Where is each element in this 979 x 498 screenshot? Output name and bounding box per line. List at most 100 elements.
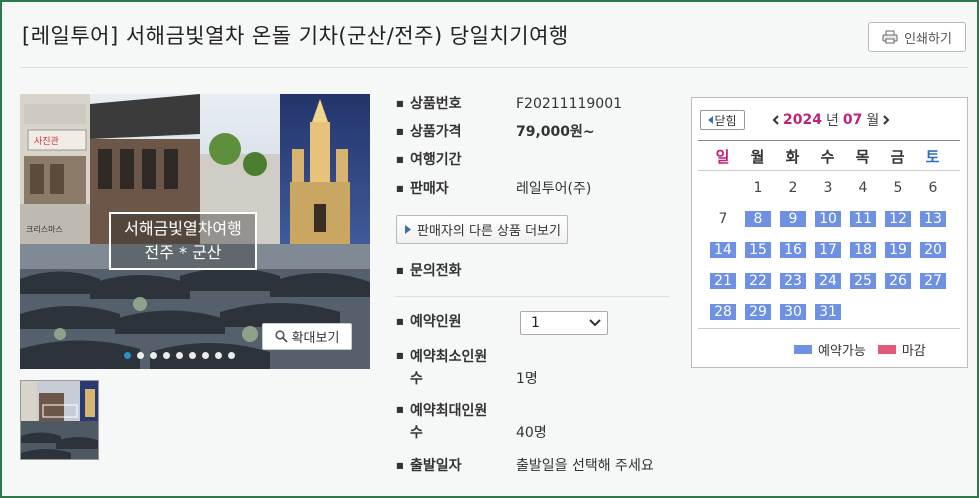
calendar-day-available[interactable]: 26 [885, 273, 911, 289]
calendar-day: 1 [753, 180, 763, 196]
calendar-legend: 예약가능 마감 [794, 340, 926, 359]
calendar-day-available[interactable]: 20 [920, 242, 946, 258]
calendar-day: 4 [858, 180, 868, 196]
printer-icon [882, 30, 898, 44]
calendar-day-available[interactable]: 21 [710, 273, 736, 289]
closed-swatch [877, 345, 896, 354]
calendar-day-available[interactable]: 25 [850, 273, 876, 289]
calendar-day-available[interactable]: 24 [815, 273, 841, 289]
slide-dot[interactable] [176, 352, 183, 359]
calendar-day-available[interactable]: 23 [780, 273, 806, 289]
calendar-day-available[interactable]: 31 [815, 304, 841, 320]
bullet-icon: ■ [396, 99, 404, 108]
calendar-day-available[interactable]: 8 [745, 211, 771, 227]
people-label: 예약인원 [410, 314, 462, 330]
thumbnail-picture [21, 381, 98, 459]
image-caption-overlay: 서해금빛열차여행 전주 * 군산 [109, 212, 257, 270]
people-select[interactable]: 1 [520, 311, 608, 335]
print-label: 인쇄하기 [904, 31, 952, 47]
page-title: [레일투어] 서해금빛열차 온돌 기차(군산/전주) 당일치기여행 [22, 24, 569, 48]
calendar-bottom-rule [698, 328, 960, 329]
caption-line-1: 서해금빛열차여행 [124, 219, 242, 238]
min-people-value: 1명 [516, 371, 538, 387]
seller-more-button[interactable]: 판매자의 다른 상품 더보기 [396, 215, 568, 244]
slide-dot[interactable] [215, 352, 222, 359]
max-people-label-1: 예약최대인원 [410, 403, 488, 419]
calendar-day-available[interactable]: 10 [815, 211, 841, 227]
legend-available-label: 예약가능 [818, 344, 866, 359]
available-swatch [794, 345, 812, 354]
calendar-month-unit: 월 [866, 113, 880, 129]
bullet-icon: ■ [396, 461, 404, 470]
calendar-year: 2024 [783, 112, 822, 128]
calendar-day-available[interactable]: 29 [745, 304, 771, 320]
seller-value: 레일투어(주) [516, 181, 592, 197]
seller-more-label: 판매자의 다른 상품 더보기 [417, 224, 561, 239]
calendar-day-available[interactable]: 27 [920, 273, 946, 289]
period-row: ■ 여행기간 [396, 150, 516, 170]
people-row: ■ 예약인원 [396, 312, 516, 332]
sign-text-2: 크리스마스 [26, 225, 63, 234]
calendar-day-available[interactable]: 28 [710, 304, 736, 320]
contact-row: ■ 문의전화 [396, 261, 516, 281]
calendar-day-available[interactable]: 19 [885, 242, 911, 258]
legend-closed-label: 마감 [901, 344, 926, 359]
bullet-icon: ■ [396, 266, 404, 275]
weekday-label: 목 [855, 148, 870, 166]
period-label: 여행기간 [410, 152, 462, 168]
calendar-weekday-rule [698, 170, 960, 171]
seller-row: ■ 판매자 레일투어(주) [396, 179, 591, 199]
calendar-top-rule [698, 140, 960, 141]
slide-dot[interactable] [163, 352, 170, 359]
calendar-day-available[interactable]: 30 [780, 304, 806, 320]
people-select-value: 1 [531, 315, 540, 331]
bullet-icon: ■ [396, 351, 404, 360]
calendar-day-available[interactable]: 12 [885, 211, 911, 227]
prev-month-icon[interactable] [772, 115, 779, 125]
depart-row: ■ 출발일자 출발일을 선택해 주세요 [396, 456, 654, 476]
calendar-day-available[interactable]: 9 [780, 211, 806, 227]
price-value: 79,000원~ [516, 124, 595, 140]
weekday-label: 금 [890, 148, 905, 166]
calendar-day-available[interactable]: 11 [850, 211, 876, 227]
max-people-value: 40명 [516, 425, 547, 441]
slide-dot[interactable] [124, 352, 131, 359]
calendar-month: 07 [842, 112, 863, 128]
weekday-label: 일 [715, 148, 730, 166]
chevron-down-icon [589, 319, 601, 327]
calendar-day-available[interactable]: 15 [745, 242, 771, 258]
slide-dot[interactable] [150, 352, 157, 359]
booking-calendar: 닫힘 2024 년 07 월 일 월 화 수 목 금 토 1 2 3 4 5 6 7 8 9 10 11 12 13 14 1… [691, 97, 968, 368]
calendar-day: 5 [893, 180, 903, 196]
calendar-close-button[interactable]: 닫힘 [700, 110, 745, 130]
main-product-image[interactable]: 사진관 크리스마스 서해금빛열차여행 전주 * 군산 확대보기 [20, 94, 370, 369]
weekday-label: 월 [750, 148, 765, 166]
zoom-button[interactable]: 확대보기 [262, 323, 352, 350]
calendar-day: 6 [928, 180, 938, 196]
title-divider [20, 67, 968, 68]
thumbnail-image[interactable] [20, 380, 99, 460]
max-people-label-2: 수 [410, 425, 423, 441]
print-button[interactable]: 인쇄하기 [868, 22, 966, 52]
slide-dot[interactable] [137, 352, 144, 359]
zoom-label: 확대보기 [291, 331, 340, 346]
calendar-day-available[interactable]: 14 [710, 242, 736, 258]
bullet-icon: ■ [396, 155, 404, 164]
next-month-icon[interactable] [883, 115, 890, 125]
calendar-day-available[interactable]: 16 [780, 242, 806, 258]
min-people-label-2: 수 [410, 371, 423, 387]
min-people-row: ■ 예약최소인원 수 1명 [396, 346, 538, 390]
calendar-day: 2 [788, 180, 798, 196]
calendar-day-available[interactable]: 22 [745, 273, 771, 289]
weekday-label: 토 [925, 148, 940, 166]
depart-label: 출발일자 [410, 458, 462, 474]
calendar-day-available[interactable]: 18 [850, 242, 876, 258]
product-number-label: 상품번호 [410, 96, 462, 112]
calendar-day-available[interactable]: 17 [815, 242, 841, 258]
min-people-label: 예약최소인원 수 [410, 346, 516, 390]
calendar-day-available[interactable]: 13 [920, 211, 946, 227]
slide-dot[interactable] [189, 352, 196, 359]
slide-dot[interactable] [202, 352, 209, 359]
triangle-right-icon [405, 225, 411, 234]
slide-dot[interactable] [228, 352, 235, 359]
